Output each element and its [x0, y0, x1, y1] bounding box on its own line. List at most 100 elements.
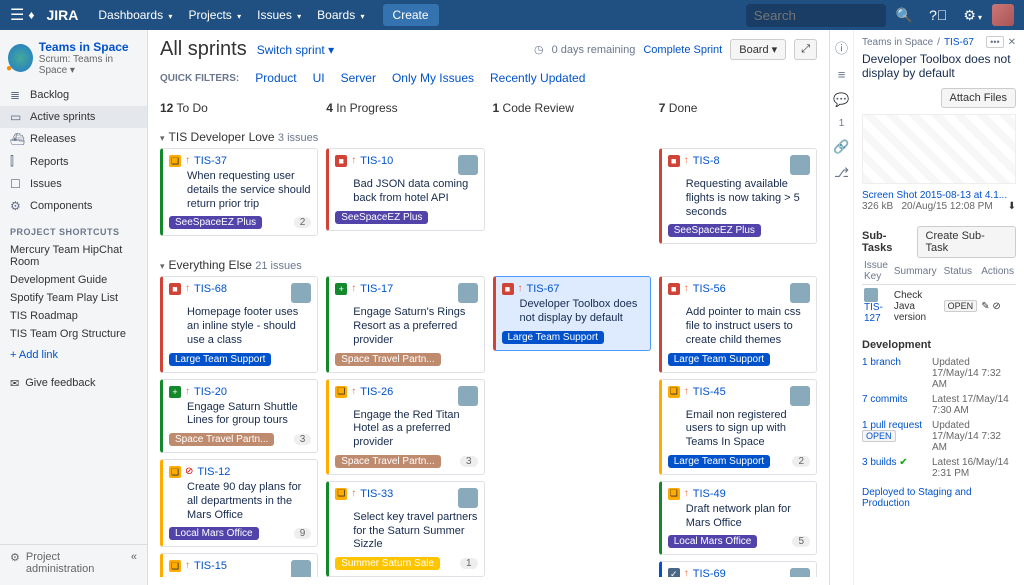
- card-key[interactable]: TIS-69: [693, 568, 726, 577]
- epic-tag[interactable]: Large Team Support: [502, 331, 604, 344]
- collapse-icon[interactable]: «: [131, 551, 137, 575]
- deployed-text[interactable]: Deployed to Staging and Production: [862, 487, 1016, 509]
- project-admin[interactable]: ⚙Project administration«: [0, 544, 147, 581]
- add-link[interactable]: + Add link: [0, 343, 147, 367]
- detail-dev-icon[interactable]: ⎇: [834, 165, 849, 181]
- card-key[interactable]: TIS-10: [360, 155, 393, 167]
- create-subtask-button[interactable]: Create Sub-Task: [917, 226, 1016, 258]
- shortcut-link[interactable]: TIS Roadmap: [0, 307, 147, 325]
- card-TIS-12[interactable]: ❏ ⊘ TIS-12 Create 90 day plans for all d…: [160, 459, 318, 547]
- nav-issues[interactable]: Issues ▾: [249, 8, 309, 22]
- dev-row[interactable]: 1 pull request OPENUpdated 17/May/14 7:3…: [862, 418, 1016, 455]
- card-TIS-68[interactable]: ■ ↑ TIS-68 Homepage footer uses an inlin…: [160, 276, 318, 372]
- assignee-avatar[interactable]: [458, 283, 478, 303]
- search-icon[interactable]: 🔍: [890, 7, 919, 24]
- card-TIS-20[interactable]: + ↑ TIS-20 Engage Saturn Shuttle Lines f…: [160, 379, 318, 454]
- detail-more[interactable]: •••: [986, 36, 1003, 48]
- epic-tag[interactable]: Space Travel Partn...: [169, 433, 274, 446]
- card-key[interactable]: TIS-15: [194, 560, 227, 572]
- epic-tag[interactable]: Local Mars Office: [169, 527, 259, 540]
- sidebar-issues[interactable]: ☐Issues: [0, 173, 147, 195]
- card-key[interactable]: TIS-33: [360, 488, 393, 500]
- card-key[interactable]: TIS-56: [693, 283, 726, 295]
- detail-attach-icon[interactable]: 🔗: [833, 139, 849, 155]
- detail-key[interactable]: TIS-67: [944, 37, 974, 48]
- assignee-avatar[interactable]: [291, 560, 311, 577]
- create-button[interactable]: Create: [383, 4, 439, 26]
- dev-row[interactable]: 7 commitsLatest 17/May/14 7:30 AM: [862, 392, 1016, 418]
- dev-row[interactable]: 1 branchUpdated 17/May/14 7:32 AM: [862, 355, 1016, 392]
- card-key[interactable]: TIS-20: [194, 386, 227, 398]
- epic-tag[interactable]: Space Travel Partn...: [335, 455, 440, 468]
- card-TIS-56[interactable]: ■ ↑ TIS-56 Add pointer to main css file …: [659, 276, 817, 372]
- sidebar-reports[interactable]: ⫿Reports: [0, 150, 147, 173]
- epic-tag[interactable]: SeeSpaceEZ Plus: [169, 216, 262, 229]
- filter-ui[interactable]: UI: [313, 71, 325, 85]
- detail-comment-icon[interactable]: 💬: [833, 92, 849, 108]
- assignee-avatar[interactable]: [790, 386, 810, 406]
- epic-tag[interactable]: Local Mars Office: [668, 535, 758, 548]
- subtask-key[interactable]: TIS-127: [864, 302, 883, 324]
- epic-tag[interactable]: SeeSpaceEZ Plus: [668, 224, 761, 237]
- filter-only-my-issues[interactable]: Only My Issues: [392, 71, 474, 85]
- attachment-download-icon[interactable]: ⬇: [1008, 201, 1016, 212]
- shortcut-link[interactable]: Development Guide: [0, 271, 147, 289]
- epic-tag[interactable]: Space Travel Partn...: [335, 353, 440, 366]
- board-menu[interactable]: Board ▾: [730, 39, 786, 60]
- sidebar-releases[interactable]: ⛴Releases: [0, 128, 147, 150]
- card-TIS-26[interactable]: ❏ ↑ TIS-26 Engage the Red Titan Hotel as…: [326, 379, 484, 475]
- swimlane-title[interactable]: ▾Everything Else 21 issues: [160, 250, 817, 276]
- nav-projects[interactable]: Projects ▾: [180, 8, 249, 22]
- assignee-avatar[interactable]: [458, 155, 478, 175]
- nav-dashboards[interactable]: Dashboards ▾: [90, 8, 180, 22]
- give-feedback[interactable]: ✉Give feedback: [0, 367, 147, 400]
- card-key[interactable]: TIS-8: [693, 155, 720, 167]
- epic-tag[interactable]: Large Team Support: [668, 455, 770, 468]
- card-TIS-37[interactable]: ❏ ↑ TIS-37 When requesting user details …: [160, 148, 318, 236]
- menu-icon[interactable]: ☰: [10, 5, 24, 25]
- card-key[interactable]: TIS-49: [693, 488, 726, 500]
- filter-product[interactable]: Product: [255, 71, 296, 85]
- card-TIS-10[interactable]: ■ ↑ TIS-10 Bad JSON data coming back fro…: [326, 148, 484, 231]
- card-TIS-49[interactable]: ❏ ↑ TIS-49 Draft network plan for Mars O…: [659, 481, 817, 556]
- project-header[interactable]: Teams in Space Scrum: Teams in Space ▾: [0, 36, 147, 84]
- shortcut-link[interactable]: Mercury Team HipChat Room: [0, 241, 147, 271]
- assignee-avatar[interactable]: [458, 488, 478, 508]
- sidebar-backlog[interactable]: ≣Backlog: [0, 84, 147, 106]
- fullscreen-icon[interactable]: ⤢: [794, 39, 817, 60]
- detail-list-icon[interactable]: ≡: [838, 67, 846, 82]
- epic-tag[interactable]: Summer Saturn Sale: [335, 557, 440, 570]
- user-avatar[interactable]: [992, 4, 1014, 26]
- edit-icon[interactable]: ✎: [981, 301, 989, 312]
- card-key[interactable]: TIS-12: [197, 466, 230, 478]
- search-input[interactable]: [746, 4, 886, 27]
- attachment-name[interactable]: Screen Shot 2015-08-13 at 4.1...: [862, 190, 1007, 201]
- assignee-avatar[interactable]: [790, 155, 810, 175]
- card-key[interactable]: TIS-45: [693, 386, 726, 398]
- card-TIS-15[interactable]: ❏ ↑ TIS-15 Establish a catering vendor t…: [160, 553, 318, 577]
- assignee-avatar[interactable]: [790, 283, 810, 303]
- complete-sprint[interactable]: Complete Sprint: [643, 44, 722, 56]
- card-TIS-8[interactable]: ■ ↑ TIS-8 Requesting available flights i…: [659, 148, 817, 244]
- epic-tag[interactable]: Large Team Support: [169, 353, 271, 366]
- filter-recently-updated[interactable]: Recently Updated: [490, 71, 585, 85]
- help-icon[interactable]: ?⃝: [923, 7, 953, 23]
- card-TIS-45[interactable]: ❏ ↑ TIS-45 Email non registered users to…: [659, 379, 817, 475]
- assignee-avatar[interactable]: [291, 283, 311, 303]
- sidebar-active-sprints[interactable]: ▭Active sprints: [0, 106, 147, 128]
- card-TIS-69[interactable]: ✓ ↑ TIS-69 Add a String anonymizer to Te…: [659, 561, 817, 577]
- card-TIS-67[interactable]: ■ ↑ TIS-67 Developer Toolbox does not di…: [493, 276, 651, 351]
- attach-files-button[interactable]: Attach Files: [941, 88, 1016, 108]
- card-key[interactable]: TIS-26: [360, 386, 393, 398]
- card-key[interactable]: TIS-37: [194, 155, 227, 167]
- switch-sprint[interactable]: Switch sprint ▾: [257, 43, 334, 57]
- swimlane-title[interactable]: ▾TIS Developer Love 3 issues: [160, 122, 817, 148]
- gear-icon[interactable]: ⚙▾: [957, 7, 988, 24]
- shortcut-link[interactable]: Spotify Team Play List: [0, 289, 147, 307]
- dev-row[interactable]: 3 builds ✔Latest 16/May/14 2:31 PM: [862, 455, 1016, 481]
- card-key[interactable]: TIS-68: [194, 283, 227, 295]
- nav-boards[interactable]: Boards ▾: [309, 8, 372, 22]
- card-key[interactable]: TIS-67: [527, 283, 560, 295]
- subtask-row[interactable]: TIS-127 Check Java version OPEN ✎ ⊘: [862, 285, 1016, 328]
- card-TIS-33[interactable]: ❏ ↑ TIS-33 Select key travel partners fo…: [326, 481, 484, 577]
